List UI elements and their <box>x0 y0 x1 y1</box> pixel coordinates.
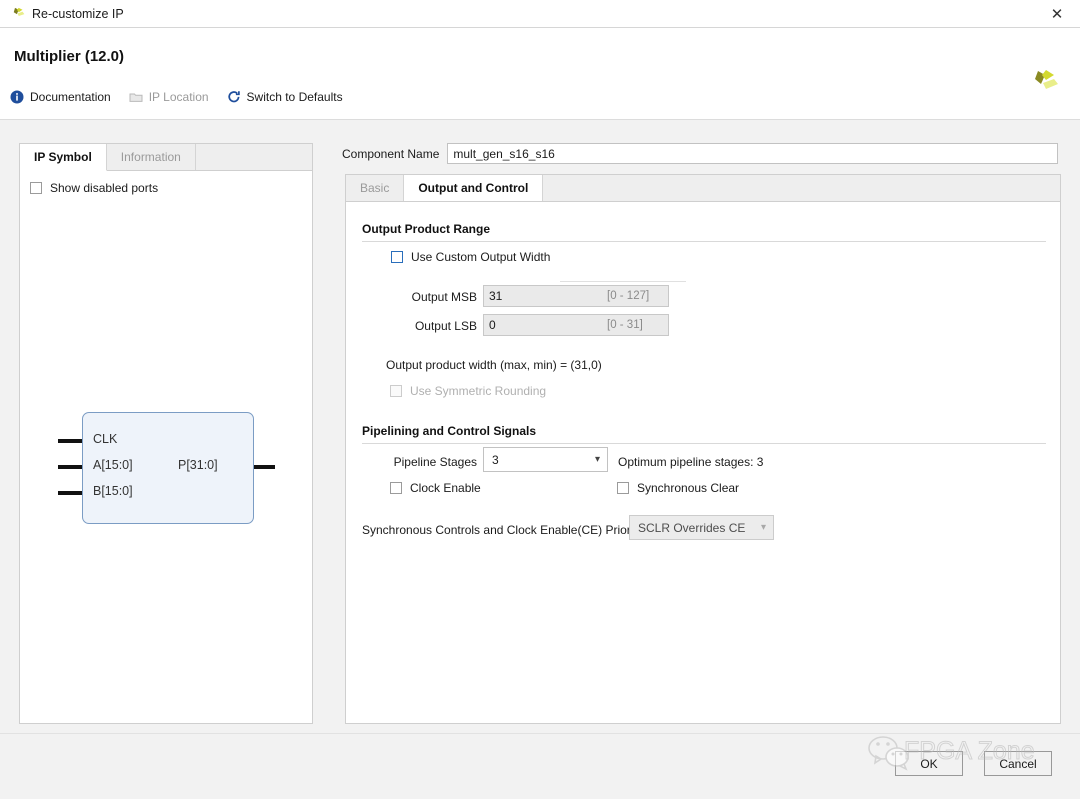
documentation-label: Documentation <box>30 90 111 104</box>
window-title: Re-customize IP <box>32 6 124 21</box>
component-name-label: Component Name <box>342 146 440 161</box>
show-disabled-ports-label: Show disabled ports <box>50 181 159 195</box>
synchronous-clear-checkbox[interactable] <box>617 482 629 494</box>
custom-width-divider <box>560 281 686 282</box>
configuration-panel: Component Name Basic Output and Control … <box>342 121 1061 724</box>
ok-button-label: OK <box>920 756 938 771</box>
output-product-width-summary: Output product width (max, min) = (31,0) <box>386 358 602 372</box>
pipelining-rule <box>362 443 1046 444</box>
refresh-icon <box>227 90 241 104</box>
tab-basic-label: Basic <box>360 181 390 195</box>
pipelining-title: Pipelining and Control Signals <box>362 424 537 438</box>
use-symmetric-rounding-row: Use Symmetric Rounding <box>390 384 546 398</box>
use-symmetric-rounding-label: Use Symmetric Rounding <box>410 384 547 398</box>
component-name-row: Component Name <box>342 143 1059 164</box>
sync-controls-priority-select[interactable]: SCLR Overrides CE ▾ <box>629 515 774 540</box>
ok-button[interactable]: OK <box>895 751 963 776</box>
ip-symbol-diagram: CLK A[15:0] B[15:0] P[31:0] <box>20 399 314 539</box>
component-name-input[interactable] <box>447 143 1059 164</box>
pipeline-stages-value: 3 <box>492 452 499 467</box>
synchronous-clear-label: Synchronous Clear <box>637 481 740 495</box>
dialog-body: IP Symbol Information Show disabled port… <box>0 121 1080 733</box>
port-label-b: B[15:0] <box>93 484 133 498</box>
tab-basic[interactable]: Basic <box>346 175 405 201</box>
port-label-clk: CLK <box>93 432 118 446</box>
output-and-control-tab-content: Output Product Range Use Custom Output W… <box>345 201 1061 724</box>
port-label-a: A[15:0] <box>93 458 133 472</box>
use-custom-output-width-label: Use Custom Output Width <box>411 250 551 264</box>
switch-to-defaults-label: Switch to Defaults <box>246 90 343 104</box>
chevron-down-icon: ▾ <box>760 522 766 533</box>
output-msb-label: Output MSB <box>411 290 477 304</box>
port-label-p: P[31:0] <box>178 458 218 472</box>
header-toolbar: Documentation IP Location Switch to Defa… <box>10 90 343 104</box>
chevron-down-icon: ▾ <box>594 454 600 465</box>
output-lsb-range: [0 - 31] <box>607 319 643 331</box>
cancel-button[interactable]: Cancel <box>984 751 1052 776</box>
output-msb-range: [0 - 127] <box>607 290 650 302</box>
tab-ip-symbol-label: IP Symbol <box>34 150 92 164</box>
wire-a <box>58 465 83 469</box>
window-title-bar: Re-customize IP ✕ <box>0 0 1080 28</box>
xilinx-logo-icon <box>10 6 25 21</box>
folder-icon <box>129 90 143 104</box>
clock-enable-row[interactable]: Clock Enable <box>390 481 481 495</box>
page-title: Multiplier (12.0) <box>14 48 125 65</box>
info-icon <box>10 90 24 104</box>
ip-location-label: IP Location <box>148 90 209 104</box>
dialog-header: Multiplier (12.0) Documentation IP Locat… <box>0 28 1080 120</box>
use-custom-output-width-row[interactable]: Use Custom Output Width <box>391 250 550 264</box>
output-product-range-title: Output Product Range <box>362 222 490 236</box>
wire-b <box>58 491 83 495</box>
tab-output-and-control-label: Output and Control <box>418 181 529 195</box>
clock-enable-checkbox[interactable] <box>390 482 402 494</box>
show-disabled-ports-checkbox[interactable] <box>30 182 42 194</box>
tab-information-label: Information <box>120 150 181 164</box>
switch-to-defaults-button[interactable]: Switch to Defaults <box>227 90 343 104</box>
xilinx-logo-icon <box>1028 68 1058 98</box>
cancel-button-label: Cancel <box>999 756 1037 771</box>
wire-p <box>254 465 275 469</box>
left-tab-bar: IP Symbol Information <box>20 144 312 171</box>
output-lsb-label: Output LSB <box>414 319 477 333</box>
use-custom-output-width-checkbox[interactable] <box>391 251 403 263</box>
pipeline-stages-select[interactable]: 3 ▾ <box>483 447 608 472</box>
use-symmetric-rounding-checkbox <box>390 385 402 397</box>
tab-ip-symbol[interactable]: IP Symbol <box>20 144 107 171</box>
close-icon[interactable]: ✕ <box>1034 0 1080 28</box>
sync-controls-priority-value: SCLR Overrides CE <box>638 520 746 535</box>
ip-symbol-panel: IP Symbol Information Show disabled port… <box>19 143 313 724</box>
synchronous-clear-row[interactable]: Synchronous Clear <box>617 481 739 495</box>
clock-enable-label: Clock Enable <box>410 481 481 495</box>
sync-controls-priority-label: Synchronous Controls and Clock Enable(CE… <box>362 523 643 537</box>
output-product-range-rule <box>362 241 1046 242</box>
optimum-pipeline-note: Optimum pipeline stages: 3 <box>618 455 764 469</box>
documentation-button[interactable]: Documentation <box>10 90 111 104</box>
tab-information[interactable]: Information <box>107 144 196 170</box>
pipeline-stages-label: Pipeline Stages <box>393 455 477 469</box>
wire-clk <box>58 439 83 443</box>
config-tab-bar: Basic Output and Control <box>345 174 1061 201</box>
dialog-footer: OK Cancel <box>0 733 1080 799</box>
ip-location-button[interactable]: IP Location <box>129 90 209 104</box>
tab-output-and-control[interactable]: Output and Control <box>404 175 544 201</box>
show-disabled-ports-row[interactable]: Show disabled ports <box>20 171 312 195</box>
